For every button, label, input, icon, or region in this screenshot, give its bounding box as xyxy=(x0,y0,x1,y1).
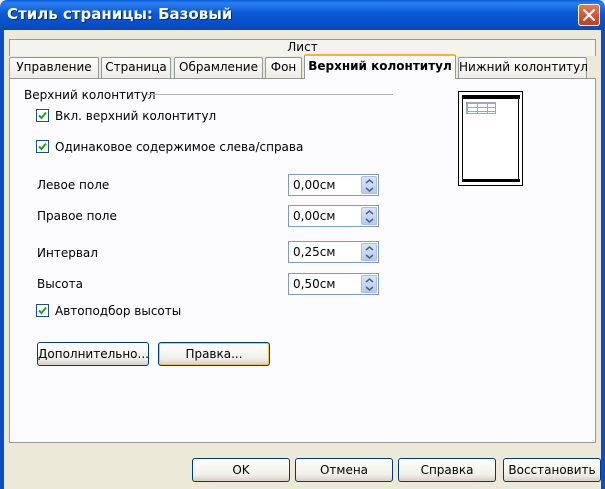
preview-header-grid xyxy=(466,102,496,114)
checkmark-icon xyxy=(38,111,47,120)
autofit-height-label: Автоподбор высоты xyxy=(55,304,182,318)
window-frame-left xyxy=(0,30,4,489)
spin-up-icon xyxy=(365,179,374,184)
spin-buttons[interactable] xyxy=(361,275,377,293)
same-content-label: Одинаковое содержимое слева/справа xyxy=(55,140,304,154)
spin-down-icon xyxy=(365,187,374,192)
tab-management[interactable]: Управление xyxy=(9,57,99,78)
height-spinner[interactable]: 0,50см xyxy=(288,273,379,295)
reset-button[interactable]: Восстановить xyxy=(503,458,601,482)
preview-footer-bar xyxy=(463,179,520,182)
height-label: Высота xyxy=(37,277,83,291)
spacing-spinner[interactable]: 0,25см xyxy=(288,241,379,263)
spin-up-icon xyxy=(365,278,374,283)
ok-button[interactable]: OK xyxy=(192,458,290,482)
more-button[interactable]: Дополнительно... xyxy=(37,342,149,366)
left-margin-label: Левое поле xyxy=(37,178,110,192)
checkmark-icon xyxy=(38,306,47,315)
right-margin-label: Правое поле xyxy=(37,209,117,223)
left-margin-spinner[interactable]: 0,00см xyxy=(288,174,379,196)
tab-group-label: Лист xyxy=(9,39,596,56)
left-margin-value: 0,00см xyxy=(293,178,336,192)
tab-page[interactable]: Страница xyxy=(101,57,171,78)
tab-background[interactable]: Фон xyxy=(265,57,302,78)
spacing-value: 0,25см xyxy=(293,245,336,259)
window-title: Стиль страницы: Базовый xyxy=(7,5,233,23)
spin-up-icon xyxy=(365,246,374,251)
tab-footer[interactable]: Нижний колонтитул xyxy=(458,57,588,78)
spin-up-icon xyxy=(365,210,374,215)
right-margin-value: 0,00см xyxy=(293,209,336,223)
close-button[interactable] xyxy=(578,4,600,26)
header-preview xyxy=(458,91,523,186)
spacing-label: Интервал xyxy=(37,246,98,260)
tab-borders[interactable]: Обрамление xyxy=(174,57,263,78)
checkmark-icon xyxy=(38,142,47,151)
close-icon xyxy=(583,9,595,21)
section-title: Верхний колонтитул xyxy=(24,88,156,102)
window-frame-right xyxy=(601,30,605,489)
help-button[interactable]: Справка xyxy=(398,458,496,482)
same-content-checkbox[interactable] xyxy=(36,140,49,153)
right-margin-spinner[interactable]: 0,00см xyxy=(288,205,379,227)
title-bar: Стиль страницы: Базовый xyxy=(0,0,605,30)
spin-down-icon xyxy=(365,218,374,223)
preview-page xyxy=(462,95,520,182)
cancel-button[interactable]: Отмена xyxy=(295,458,393,482)
tab-header[interactable]: Верхний колонтитул xyxy=(304,54,456,79)
section-divider xyxy=(147,94,393,95)
spin-down-icon xyxy=(365,254,374,259)
preview-header-bar xyxy=(463,95,520,99)
edit-button[interactable]: Правка... xyxy=(158,342,270,366)
autofit-height-checkbox[interactable] xyxy=(36,304,49,317)
spin-down-icon xyxy=(365,286,374,291)
enable-header-label: Вкл. верхний колонтитул xyxy=(55,109,217,123)
spin-buttons[interactable] xyxy=(361,207,377,225)
spin-buttons[interactable] xyxy=(361,243,377,261)
enable-header-checkbox[interactable] xyxy=(36,109,49,122)
height-value: 0,50см xyxy=(293,277,336,291)
spin-buttons[interactable] xyxy=(361,176,377,194)
